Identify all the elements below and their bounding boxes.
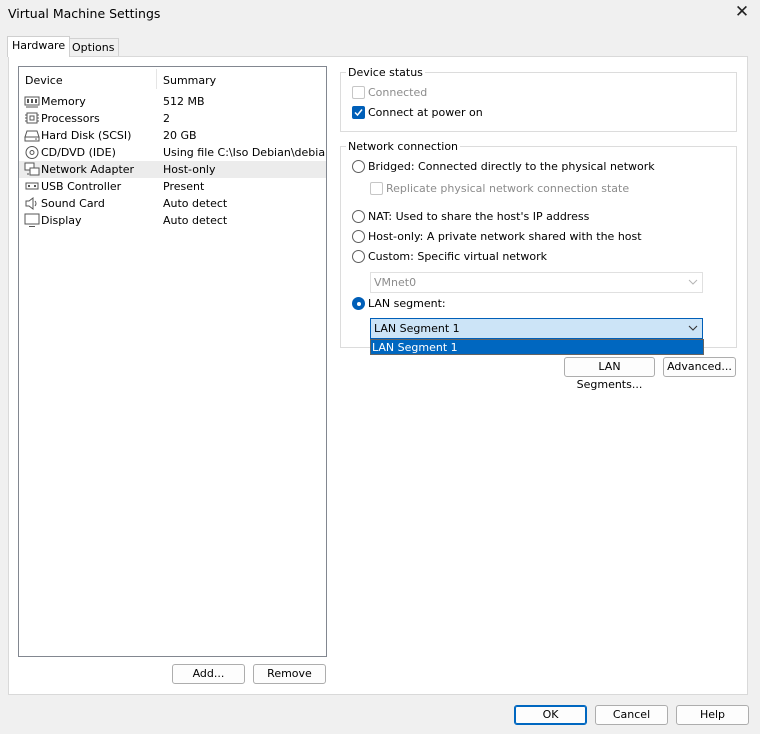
custom-label: Custom: Specific virtual network [368, 250, 547, 263]
device-status-label: Device status [346, 66, 425, 79]
usb-icon [25, 182, 39, 190]
device-name: Memory [41, 95, 86, 108]
lan-segment-value: LAN Segment 1 [374, 322, 460, 335]
connected-label: Connected [368, 86, 428, 99]
device-name: Network Adapter [41, 163, 135, 176]
column-header-device[interactable]: Device [25, 74, 63, 87]
device-summary: Host-only [163, 163, 216, 176]
device-status-group [340, 72, 737, 132]
connected-checkbox[interactable] [352, 86, 365, 99]
remove-button[interactable]: Remove [253, 664, 326, 684]
device-name: Sound Card [41, 197, 105, 210]
add-button[interactable]: Add... [172, 664, 245, 684]
device-summary: 512 MB [163, 95, 205, 108]
device-name: USB Controller [41, 180, 122, 193]
tab-hardware[interactable]: Hardware [7, 36, 71, 57]
chevron-down-icon [688, 279, 698, 285]
checkmark-icon [354, 109, 363, 117]
device-name: CD/DVD (IDE) [41, 146, 116, 159]
device-summary: 2 [163, 112, 170, 125]
monitor-icon [24, 213, 40, 227]
device-row-network-adapter[interactable]: Network Adapter Host-only [19, 161, 326, 178]
bridged-radio[interactable] [352, 160, 365, 173]
device-row-usb-controller[interactable]: USB Controller Present [19, 178, 326, 195]
lan-segment-select[interactable]: LAN Segment 1 [370, 318, 703, 339]
device-row-sound-card[interactable]: Sound Card Auto detect [19, 195, 326, 212]
host-only-label: Host-only: A private network shared with… [368, 230, 642, 243]
memory-icon [24, 96, 40, 108]
help-button[interactable]: Help [676, 705, 749, 725]
nat-radio[interactable] [352, 210, 365, 223]
window-title: Virtual Machine Settings [8, 6, 161, 21]
device-list[interactable]: Device Summary Memory 512 MB Processors … [18, 66, 327, 657]
device-name: Display [41, 214, 82, 227]
custom-network-value: VMnet0 [374, 276, 417, 289]
device-summary: 20 GB [163, 129, 197, 142]
column-separator[interactable] [156, 69, 157, 89]
dropdown-option[interactable]: LAN Segment 1 [372, 341, 458, 354]
connect-at-power-on-checkbox[interactable] [352, 106, 365, 119]
ok-button[interactable]: OK [514, 705, 587, 725]
column-header-summary[interactable]: Summary [163, 74, 216, 87]
lan-segment-label: LAN segment: [368, 297, 446, 310]
lan-segments-button[interactable]: LAN Segments... [564, 357, 655, 391]
lan-segment-dropdown-list[interactable]: LAN Segment 1 [370, 339, 704, 355]
chevron-down-icon [688, 325, 698, 331]
device-summary: Auto detect [163, 214, 228, 227]
device-summary: Auto detect [163, 197, 228, 210]
bridged-label: Bridged: Connected directly to the physi… [368, 160, 655, 173]
connect-at-power-on-label: Connect at power on [368, 106, 483, 119]
device-row-display[interactable]: Display Auto detect [19, 212, 326, 229]
device-summary: Present [163, 180, 205, 193]
speaker-icon [25, 197, 37, 210]
lan-segment-radio[interactable] [352, 297, 365, 310]
device-name: Hard Disk (SCSI) [41, 129, 132, 142]
network-adapter-icon [24, 162, 40, 176]
custom-radio[interactable] [352, 250, 365, 263]
device-summary: Using file C:\Iso Debian\debia... [163, 146, 325, 159]
processor-icon [25, 112, 39, 124]
advanced-button[interactable]: Advanced... [663, 357, 736, 377]
close-icon[interactable]: ✕ [733, 3, 751, 21]
device-row-processors[interactable]: Processors 2 [19, 110, 326, 127]
tab-options[interactable]: Options [67, 38, 120, 56]
cancel-button[interactable]: Cancel [595, 705, 668, 725]
host-only-radio[interactable] [352, 230, 365, 243]
replicate-state-checkbox[interactable] [370, 182, 383, 195]
device-row-cd-dvd[interactable]: CD/DVD (IDE) Using file C:\Iso Debian\de… [19, 144, 326, 161]
custom-network-select[interactable]: VMnet0 [370, 272, 703, 293]
replicate-state-label: Replicate physical network connection st… [386, 182, 630, 195]
device-row-hard-disk[interactable]: Hard Disk (SCSI) 20 GB [19, 127, 326, 144]
network-connection-label: Network connection [346, 140, 461, 153]
hard-disk-icon [24, 130, 40, 142]
device-row-memory[interactable]: Memory 512 MB [19, 93, 326, 110]
nat-label: NAT: Used to share the host's IP address [368, 210, 590, 223]
cd-dvd-icon [25, 146, 39, 159]
device-name: Processors [41, 112, 100, 125]
